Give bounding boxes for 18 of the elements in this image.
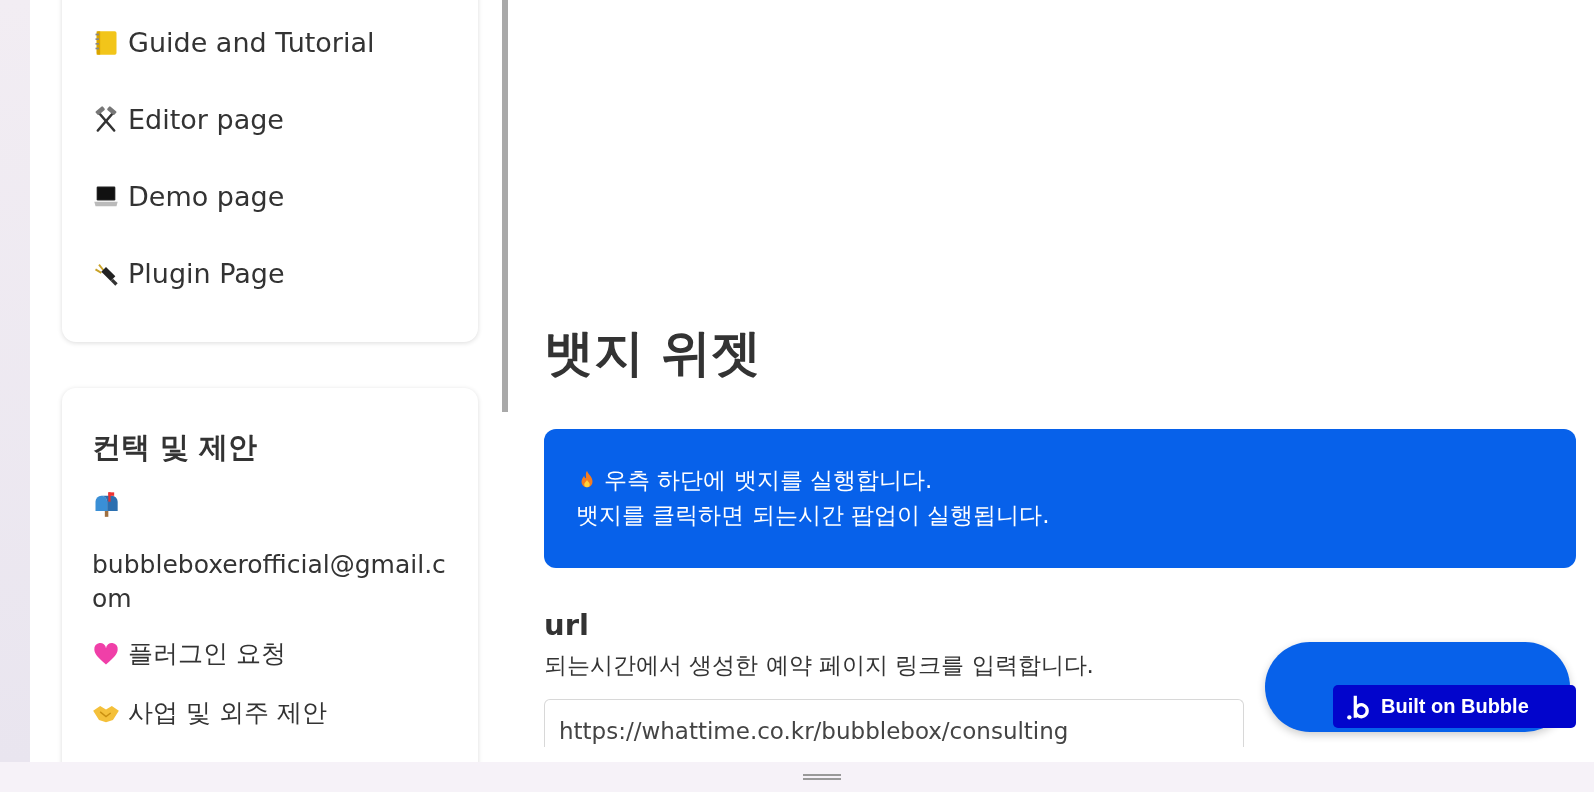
nav-link[interactable]: Plugin Page	[92, 235, 448, 312]
scrollbar[interactable]	[502, 0, 508, 412]
notice-text: 뱃지를 클릭하면 되는시간 팝업이 실행됩니다.	[576, 500, 1051, 530]
nav-link[interactable]: Editor page	[92, 81, 448, 158]
contact-link[interactable]: 플러그인 요청	[92, 637, 448, 671]
drag-handle-icon[interactable]	[803, 774, 841, 780]
nav-link[interactable]: Demo page	[92, 158, 448, 235]
field-label: url	[544, 608, 590, 642]
card-title: 컨택 및 제안	[92, 429, 259, 466]
contact-link[interactable]: 사업 및 외주 제안	[92, 696, 448, 730]
bubble-logo-icon	[1347, 693, 1369, 720]
notice-text: 우측 하단에 뱃지를 실행합니다.	[604, 466, 933, 495]
page-title: 뱃지 위젯	[544, 326, 763, 381]
email-link[interactable]: bubbleboxerofficial@gmail.com	[92, 490, 448, 616]
built-on-badge[interactable]: Built on Bubble	[1333, 685, 1576, 728]
url-field[interactable]: https://whattime.co.kr/bubblebox/consulting	[544, 699, 1244, 747]
field-description: 되는시간에서 생성한 예약 페이지 링크를 입력합니다.	[544, 651, 1095, 680]
nav-link[interactable]: Guide and Tutorial	[92, 4, 448, 81]
